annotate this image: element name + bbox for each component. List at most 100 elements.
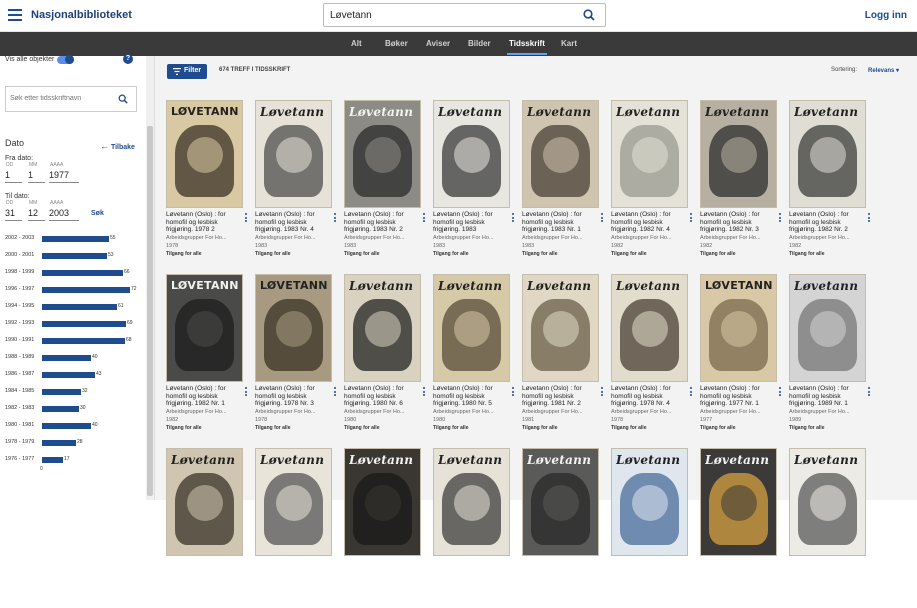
result-card[interactable]: Løvetann [255,448,339,608]
cover-thumbnail[interactable]: Løvetann [344,274,421,382]
cover-thumbnail[interactable]: LØVETANN [166,100,243,208]
result-card[interactable]: LØVETANN Løvetann (Oslo) : for homofil og… [166,274,250,434]
more-options-icon[interactable] [512,387,515,398]
cover-thumbnail[interactable]: Løvetann [522,274,599,382]
histogram-row[interactable]: 1982 - 1983 30 [0,404,146,414]
search-input[interactable] [330,8,570,23]
histogram-bar[interactable] [42,321,126,327]
show-all-toggle[interactable] [57,55,74,64]
card-title[interactable]: Løvetann (Oslo) : for homofil og lesbisk… [433,211,505,234]
result-card[interactable]: Løvetann Løvetann (Oslo) : for homofil og… [611,274,695,434]
cover-thumbnail[interactable]: Løvetann [522,100,599,208]
cover-thumbnail[interactable]: Løvetann [700,448,777,556]
cover-thumbnail[interactable]: Løvetann [522,448,599,556]
cover-thumbnail[interactable]: Løvetann [433,100,510,208]
histogram-row[interactable]: 2000 - 2001 53 [0,251,146,261]
histogram-row[interactable]: 2002 - 2003 55 [0,234,146,244]
card-title[interactable]: Løvetann (Oslo) : for homofil og lesbisk… [255,211,327,234]
histogram-row[interactable]: 1986 - 1987 43 [0,370,146,380]
tab-bilder[interactable]: Bilder [468,39,491,48]
to-day-field[interactable]: 31 [5,208,22,221]
more-options-icon[interactable] [601,387,604,398]
from-year-field[interactable]: 1977 [49,170,79,183]
more-options-icon[interactable] [423,387,426,398]
result-card[interactable]: LØVETANN Løvetann (Oslo) : for homofil og… [700,274,784,434]
from-month-field[interactable]: 1 [28,170,45,183]
result-card[interactable]: Løvetann Løvetann (Oslo) : for homofil og… [611,100,695,260]
histogram-row[interactable]: 1988 - 1989 40 [0,353,146,363]
more-options-icon[interactable] [868,213,871,224]
card-title[interactable]: Løvetann (Oslo) : for homofil og lesbisk… [700,385,772,408]
search-icon[interactable] [583,9,595,21]
login-link[interactable]: Logg inn [865,10,907,21]
tab-kart[interactable]: Kart [561,39,577,48]
more-options-icon[interactable] [868,387,871,398]
result-card[interactable]: Løvetann [166,448,250,608]
cover-thumbnail[interactable]: Løvetann [433,274,510,382]
result-card[interactable]: Løvetann [611,448,695,608]
histogram-row[interactable]: 1990 - 1991 68 [0,336,146,346]
brand-logo[interactable]: Nasjonalbiblioteket [31,9,132,21]
tab-boker[interactable]: Bøker [385,39,408,48]
histogram-bar[interactable] [42,355,91,361]
more-options-icon[interactable] [690,387,693,398]
date-search-button[interactable]: Søk [91,210,104,217]
card-title[interactable]: Løvetann (Oslo) : for homofil og lesbisk… [700,211,772,234]
back-link[interactable]: ← Tilbake [100,141,135,151]
card-title[interactable]: Løvetann (Oslo) : for homofil og lesbisk… [433,385,505,408]
histogram-row[interactable]: 1994 - 1995 61 [0,302,146,312]
card-title[interactable]: Løvetann (Oslo) : for homofil og lesbisk… [611,211,683,234]
result-card[interactable]: Løvetann Løvetann (Oslo) : for homofil og… [344,100,428,260]
cover-thumbnail[interactable]: Løvetann [700,100,777,208]
result-card[interactable]: Løvetann Løvetann (Oslo) : for homofil og… [789,100,873,260]
histogram-row[interactable]: 1992 - 1993 69 [0,319,146,329]
histogram-bar[interactable] [42,338,125,344]
result-card[interactable]: Løvetann [522,448,606,608]
cover-thumbnail[interactable]: Løvetann [611,274,688,382]
card-title[interactable]: Løvetann (Oslo) : for homofil og lesbisk… [344,385,416,408]
cover-thumbnail[interactable]: Løvetann [344,100,421,208]
cover-thumbnail[interactable]: Løvetann [344,448,421,556]
more-options-icon[interactable] [601,213,604,224]
histogram-row[interactable]: 1978 - 1979 28 [0,438,146,448]
tab-aviser[interactable]: Aviser [426,39,450,48]
cover-thumbnail[interactable]: Løvetann [166,448,243,556]
scroll-thumb[interactable] [147,126,153,496]
cover-thumbnail[interactable]: Løvetann [255,100,332,208]
result-card[interactable]: Løvetann Løvetann (Oslo) : for homofil og… [344,274,428,434]
result-card[interactable]: Løvetann Løvetann (Oslo) : for homofil og… [789,274,873,434]
to-month-field[interactable]: 12 [28,208,45,221]
cover-thumbnail[interactable]: Løvetann [611,448,688,556]
histogram-bar[interactable] [42,270,123,276]
cover-thumbnail[interactable]: Løvetann [789,274,866,382]
histogram-bar[interactable] [42,236,109,242]
to-year-field[interactable]: 2003 [49,208,79,221]
cover-thumbnail[interactable]: LØVETANN [255,274,332,382]
sidebar-scrollbar[interactable] [146,56,154,500]
more-options-icon[interactable] [423,213,426,224]
cover-thumbnail[interactable]: Løvetann [789,448,866,556]
more-options-icon[interactable] [334,387,337,398]
more-options-icon[interactable] [690,213,693,224]
search-icon[interactable] [118,94,128,104]
card-title[interactable]: Løvetann (Oslo) : for homofil og lesbisk… [611,385,683,408]
cover-thumbnail[interactable]: Løvetann [789,100,866,208]
result-card[interactable]: Løvetann Løvetann (Oslo) : for homofil og… [433,100,517,260]
result-card[interactable]: Løvetann Løvetann (Oslo) : for homofil og… [522,100,606,260]
sort-dropdown[interactable]: Relevans ▾ [868,67,899,74]
more-options-icon[interactable] [779,213,782,224]
histogram-bar[interactable] [42,253,107,259]
result-card[interactable]: Løvetann [700,448,784,608]
histogram-bar[interactable] [42,440,76,446]
histogram-row[interactable]: 1976 - 1977 17 [0,455,146,465]
cover-thumbnail[interactable]: Løvetann [611,100,688,208]
result-card[interactable]: Løvetann Løvetann (Oslo) : for homofil og… [255,100,339,260]
histogram-row[interactable]: 1980 - 1981 40 [0,421,146,431]
result-card[interactable]: Løvetann [433,448,517,608]
result-card[interactable]: Løvetann [789,448,873,608]
journal-search-input[interactable] [10,95,110,102]
result-card[interactable]: Løvetann Løvetann (Oslo) : for homofil og… [700,100,784,260]
histogram-bar[interactable] [42,304,117,310]
cover-thumbnail[interactable]: LØVETANN [700,274,777,382]
result-card[interactable]: Løvetann [344,448,428,608]
